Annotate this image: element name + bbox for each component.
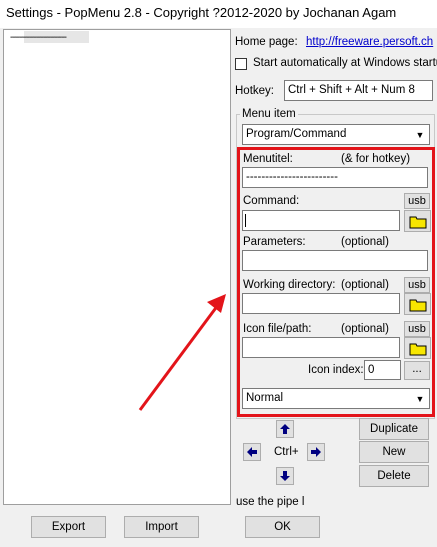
annotation-arrow-icon <box>138 294 226 411</box>
